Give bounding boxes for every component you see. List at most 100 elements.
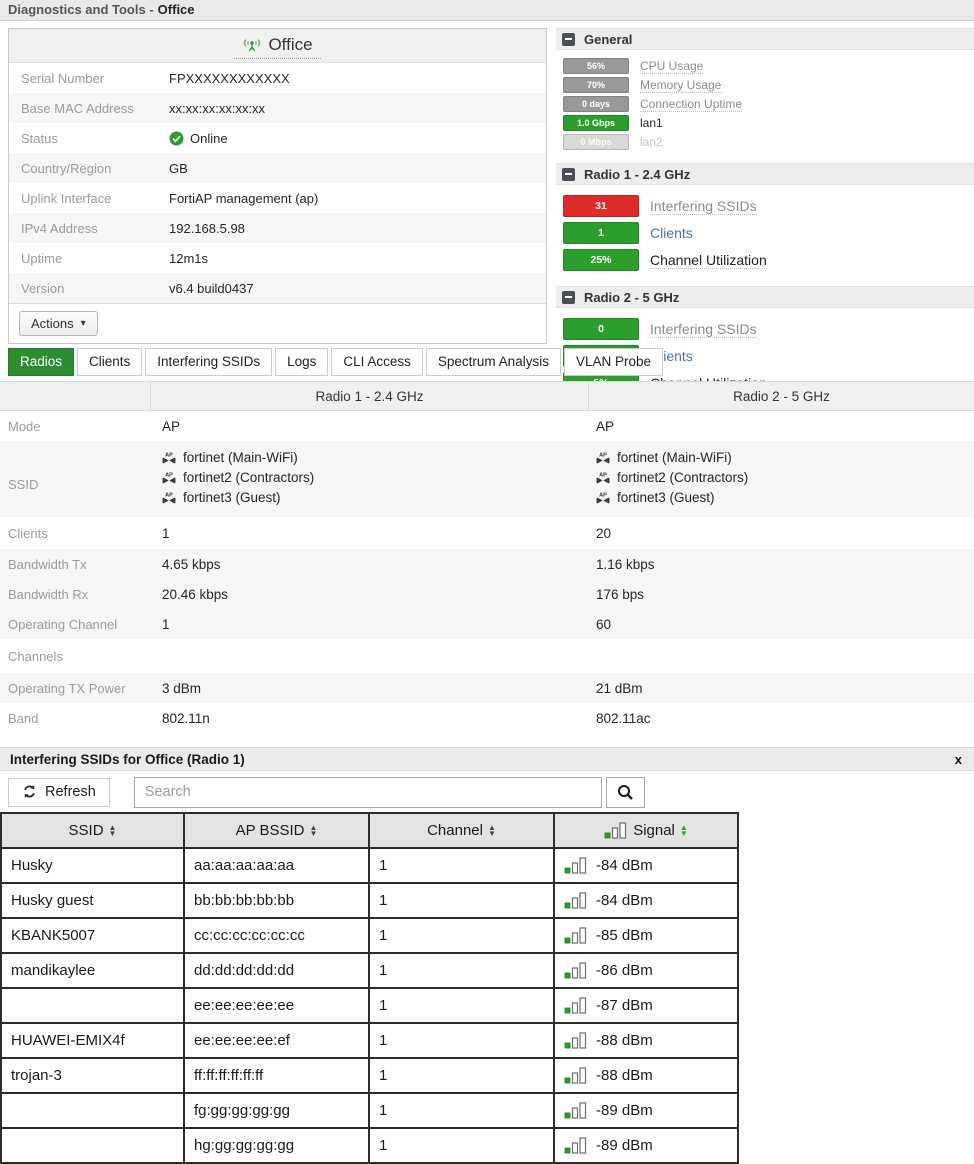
row-operating-tx-power: Operating TX Power 3 dBm 21 dBm bbox=[0, 673, 974, 703]
table-row[interactable]: hg:gg:gg:gg:gg 1 -89 dBm bbox=[1, 1128, 738, 1163]
stat-conn-uptime: 0 days Connection Uptime bbox=[563, 96, 974, 112]
collapse-icon[interactable] bbox=[562, 168, 575, 181]
signal-strength-icon bbox=[564, 1032, 588, 1049]
signal-strength-icon bbox=[564, 927, 588, 944]
actions-button[interactable]: Actions ▾ bbox=[19, 311, 98, 336]
stat-badge: 0 Mbps bbox=[563, 134, 629, 150]
status-value: Online bbox=[190, 131, 228, 146]
radios-table-header: Radio 1 - 2.4 GHz Radio 2 - 5 GHz bbox=[0, 381, 974, 411]
field-row-uptime: Uptime 12m1s bbox=[9, 243, 546, 273]
search-button[interactable] bbox=[606, 777, 645, 808]
tab-interfering-ssids[interactable]: Interfering SSIDs bbox=[145, 348, 272, 376]
dialog-title-prefix: Diagnostics and Tools - bbox=[8, 2, 154, 17]
ap-ssid-icon: AP bbox=[162, 451, 176, 464]
field-row-status: Status Online bbox=[9, 123, 546, 153]
table-row[interactable]: ee:ee:ee:ee:ee 1 -87 dBm bbox=[1, 988, 738, 1023]
row-bandwidth-tx: Bandwidth Tx 4.65 kbps 1.16 kbps bbox=[0, 549, 974, 579]
table-row[interactable]: Husky aa:aa:aa:aa:aa 1 -84 dBm bbox=[1, 848, 738, 883]
radios-table: Radio 1 - 2.4 GHz Radio 2 - 5 GHz Mode A… bbox=[0, 381, 974, 733]
svg-text:AP: AP bbox=[165, 452, 173, 458]
column-header-channel[interactable]: Channel▲▼ bbox=[369, 813, 554, 848]
refresh-icon bbox=[22, 784, 37, 799]
ssid-entry: AP fortinet (Main-WiFi) bbox=[162, 450, 588, 465]
row-clients: Clients 1 20 bbox=[0, 517, 974, 549]
table-row[interactable]: fg:gg:gg:gg:gg 1 -89 dBm bbox=[1, 1093, 738, 1128]
stat-badge: 31 bbox=[563, 195, 639, 217]
signal-strength-icon bbox=[564, 857, 588, 874]
refresh-button[interactable]: Refresh bbox=[8, 778, 110, 807]
sort-icon: ▲▼ bbox=[109, 825, 117, 837]
chevron-down-icon: ▾ bbox=[81, 318, 86, 329]
table-row[interactable]: Husky guest bb:bb:bb:bb:bb 1 -84 dBm bbox=[1, 883, 738, 918]
stat-radio1-interfering: 31 Interfering SSIDs bbox=[563, 195, 974, 217]
column-header-ssid[interactable]: SSID▲▼ bbox=[1, 813, 184, 848]
stat-radio1-clients: 1 Clients bbox=[563, 222, 974, 244]
collapse-icon[interactable] bbox=[562, 291, 575, 304]
ap-ssid-icon: AP bbox=[596, 451, 610, 464]
stat-badge: 0 days bbox=[563, 96, 629, 112]
tab-logs[interactable]: Logs bbox=[275, 348, 328, 376]
stat-radio2-interfering: 0 Interfering SSIDs bbox=[563, 318, 974, 340]
svg-text:AP: AP bbox=[165, 472, 173, 478]
row-ssid: SSID AP fortinet (Main-WiFi) AP fortinet… bbox=[0, 441, 974, 517]
row-channels: Channels bbox=[0, 639, 974, 673]
column-header-signal[interactable]: Signal▲▼ bbox=[554, 813, 738, 848]
collapse-icon[interactable] bbox=[562, 33, 575, 46]
sort-icon-active: ▲▼ bbox=[680, 825, 688, 837]
signal-strength-icon bbox=[604, 822, 628, 839]
stat-badge: 56% bbox=[563, 58, 629, 74]
interfering-table-header-row: SSID▲▼ AP BSSID▲▼ Channel▲▼ Signal▲▼ bbox=[1, 813, 738, 848]
signal-strength-icon bbox=[564, 962, 588, 979]
svg-text:AP: AP bbox=[165, 492, 173, 498]
stat-memory: 70% Memory Usage bbox=[563, 77, 974, 93]
row-mode: Mode AP AP bbox=[0, 411, 974, 441]
actions-bar: Actions ▾ bbox=[9, 303, 546, 343]
tab-spectrum-analysis[interactable]: Spectrum Analysis bbox=[426, 348, 561, 376]
tab-cli-access[interactable]: CLI Access bbox=[331, 348, 423, 376]
interfering-panel-header: Interfering SSIDs for Office (Radio 1) x bbox=[0, 747, 974, 771]
dialog-title-device: Office bbox=[158, 2, 195, 17]
device-card: Office Serial Number FPXXXXXXXXXXXX Base… bbox=[8, 28, 547, 344]
field-row-ipv4: IPv4 Address 192.168.5.98 bbox=[9, 213, 546, 243]
field-row-version: Version v6.4 build0437 bbox=[9, 273, 546, 303]
ap-ssid-icon: AP bbox=[162, 491, 176, 504]
ssid-entry: AP fortinet3 (Guest) bbox=[596, 490, 974, 505]
stat-badge: 1 bbox=[563, 222, 639, 244]
svg-text:AP: AP bbox=[599, 472, 607, 478]
svg-text:AP: AP bbox=[599, 452, 607, 458]
interfering-toolbar: Refresh bbox=[0, 772, 974, 812]
table-row[interactable]: trojan-3 ff:ff:ff:ff:ff:ff 1 -88 dBm bbox=[1, 1058, 738, 1093]
radio1-stat-list: 31 Interfering SSIDs 1 Clients 25% Chann… bbox=[556, 185, 974, 286]
diagnostics-dialog: Diagnostics and Tools - Office Office Ser… bbox=[0, 0, 974, 1164]
ssid-entry: AP fortinet (Main-WiFi) bbox=[596, 450, 974, 465]
tab-vlan-probe[interactable]: VLAN Probe bbox=[564, 348, 663, 376]
column-header-ap-bssid[interactable]: AP BSSID▲▼ bbox=[184, 813, 369, 848]
general-stat-list: 56% CPU Usage 70% Memory Usage 0 days Co… bbox=[556, 50, 974, 163]
ap-ssid-icon: AP bbox=[162, 471, 176, 484]
tab-clients[interactable]: Clients bbox=[77, 348, 142, 376]
signal-strength-icon bbox=[564, 1067, 588, 1084]
section-header-general: General bbox=[556, 28, 974, 50]
stat-badge: 0 bbox=[563, 318, 639, 340]
interfering-panel-title: Interfering SSIDs for Office (Radio 1) bbox=[10, 752, 245, 767]
radio1-column-header: Radio 1 - 2.4 GHz bbox=[150, 382, 588, 410]
ssid-entry: AP fortinet2 (Contractors) bbox=[596, 470, 974, 485]
ssid-entry: AP fortinet2 (Contractors) bbox=[162, 470, 588, 485]
row-bandwidth-rx: Bandwidth Rx 20.46 kbps 176 bps bbox=[0, 579, 974, 609]
tab-bar: Radios Clients Interfering SSIDs Logs CL… bbox=[8, 348, 663, 376]
tab-radios[interactable]: Radios bbox=[8, 348, 74, 376]
stat-cpu: 56% CPU Usage bbox=[563, 58, 974, 74]
signal-strength-icon bbox=[564, 997, 588, 1014]
field-row-uplink: Uplink Interface FortiAP management (ap) bbox=[9, 183, 546, 213]
close-icon[interactable]: x bbox=[953, 752, 964, 767]
search-input[interactable] bbox=[134, 777, 602, 808]
dialog-title: Diagnostics and Tools - Office bbox=[0, 0, 974, 21]
ap-ssid-icon: AP bbox=[596, 491, 610, 504]
table-row[interactable]: KBANK5007 cc:cc:cc:cc:cc:cc 1 -85 dBm bbox=[1, 918, 738, 953]
table-row[interactable]: mandikaylee dd:dd:dd:dd:dd 1 -86 dBm bbox=[1, 953, 738, 988]
clients-link[interactable]: Clients bbox=[650, 225, 693, 241]
table-row[interactable]: HUAWEI-EMIX4f ee:ee:ee:ee:ef 1 -88 dBm bbox=[1, 1023, 738, 1058]
device-name: Office bbox=[268, 35, 312, 55]
stat-radio1-utilization: 25% Channel Utilization bbox=[563, 249, 974, 271]
stat-badge: 25% bbox=[563, 249, 639, 271]
